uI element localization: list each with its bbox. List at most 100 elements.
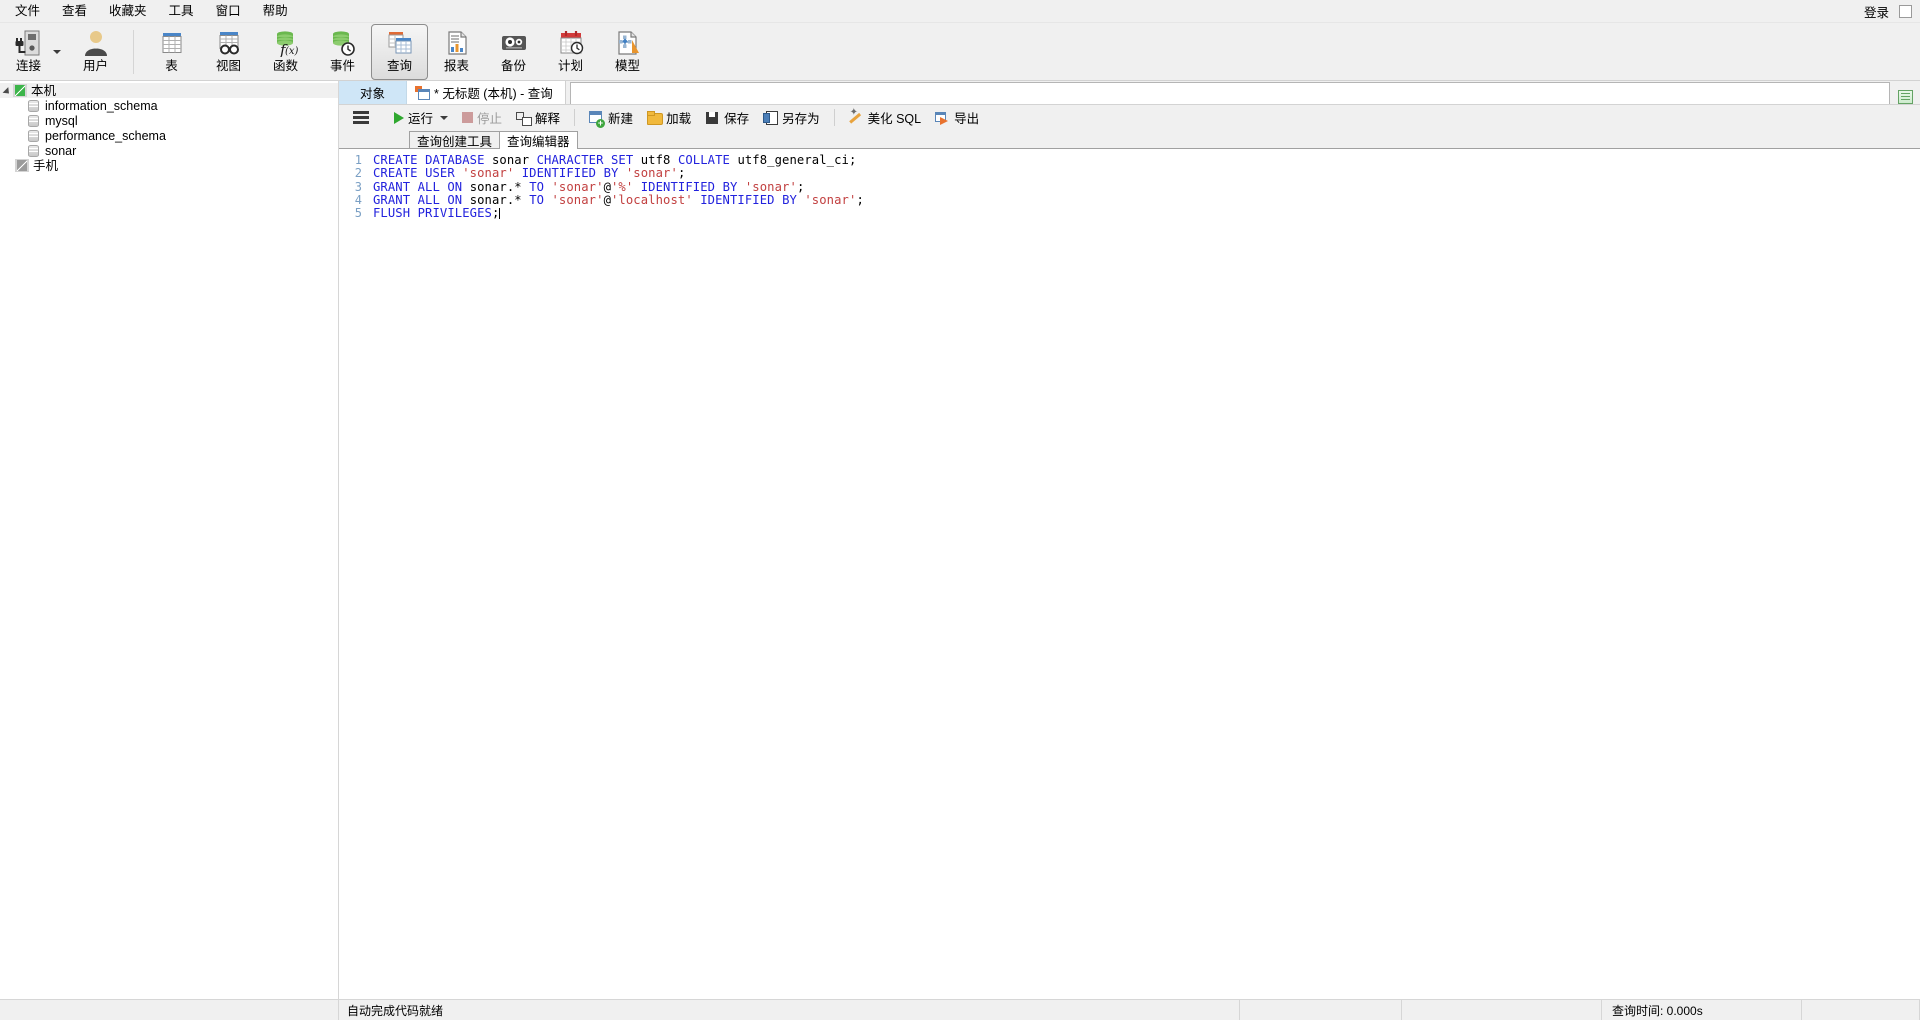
account-square-icon[interactable] xyxy=(1899,4,1912,18)
code-token: ON xyxy=(447,192,470,207)
chevron-down-icon[interactable] xyxy=(440,115,449,120)
tree-item-database-performance-schema[interactable]: performance_schema xyxy=(0,128,338,143)
tree-item-label: mysql xyxy=(45,113,78,128)
tab-query-label: * 无标题 (本机) - 查询 xyxy=(434,87,553,101)
new-button[interactable]: 新建 xyxy=(582,107,640,129)
tab-query-untitled[interactable]: * 无标题 (本机) - 查询 xyxy=(407,81,566,104)
code-line[interactable]: GRANT ALL ON sonar.* TO 'sonar'@'localho… xyxy=(373,192,1920,207)
toolbar-connection-button[interactable]: 连接 xyxy=(0,24,57,80)
code-token: USER xyxy=(425,166,463,181)
toolbar-report-label: 报表 xyxy=(443,59,469,73)
code-token: ALL xyxy=(417,192,448,207)
report-icon xyxy=(443,28,471,58)
code-line[interactable]: GRANT ALL ON sonar.* TO 'sonar'@'%' IDEN… xyxy=(373,179,1920,194)
status-message: 自动完成代码就绪 xyxy=(339,1000,1240,1020)
expand-arrow-icon[interactable] xyxy=(0,84,13,97)
toolbar-divider xyxy=(133,30,134,74)
code-token: @ xyxy=(603,192,611,207)
toolbar-query-button[interactable]: 查询 xyxy=(371,24,428,80)
query-toolbar: 运行 停止 解释 新建 加载 xyxy=(339,105,1920,131)
tree-item-database-information-schema[interactable]: information_schema xyxy=(0,98,338,113)
status-cell-2 xyxy=(1402,1000,1602,1020)
status-cell-1 xyxy=(1240,1000,1402,1020)
subtab-query-builder[interactable]: 查询创建工具 xyxy=(409,131,501,149)
toolbar-table-button[interactable]: 表 xyxy=(143,24,200,80)
database-icon xyxy=(28,99,39,112)
toolbar-user-button[interactable]: 用户 xyxy=(67,24,124,80)
menu-file[interactable]: 文件 xyxy=(4,1,51,21)
code-token: ; xyxy=(492,206,500,221)
toolbar-schedule-label: 计划 xyxy=(557,59,583,73)
toolbar-group-connection: 连接 用户 xyxy=(0,24,124,80)
code-token: ; xyxy=(677,166,686,181)
save-as-icon xyxy=(763,110,779,125)
explain-icon xyxy=(516,111,533,126)
code-token: IDENTIFIED xyxy=(700,192,783,207)
sql-code-area[interactable]: CREATE DATABASE sonar CHARACTER SET utf8… xyxy=(367,149,1920,999)
list-menu-icon[interactable] xyxy=(353,111,369,124)
magic-wand-icon xyxy=(849,107,864,125)
connection-tree: 本机 information_schema mysql performance_… xyxy=(0,81,338,173)
tree-item-label: performance_schema xyxy=(45,128,166,143)
line-number: 2 xyxy=(354,166,362,181)
menu-view[interactable]: 查看 xyxy=(51,1,98,21)
connection-status-icon xyxy=(15,159,29,172)
connection-status-icon xyxy=(13,84,27,97)
code-token: PRIVILEGES xyxy=(417,206,492,221)
user-icon xyxy=(81,28,111,58)
code-token: COLLATE xyxy=(677,153,738,167)
tree-item-database-mysql[interactable]: mysql xyxy=(0,113,338,128)
stop-button-label: 停止 xyxy=(477,112,503,126)
tree-item-connection-phone[interactable]: 手机 xyxy=(0,158,338,173)
menu-window[interactable]: 窗口 xyxy=(205,1,252,21)
toolbar-view-button[interactable]: 视图 xyxy=(200,24,257,80)
workspace-tabstrip: 对象 * 无标题 (本机) - 查询 xyxy=(339,81,1920,105)
main-body: 本机 information_schema mysql performance_… xyxy=(0,81,1920,999)
code-line[interactable]: CREATE DATABASE sonar CHARACTER SET utf8… xyxy=(373,153,1920,167)
login-link[interactable]: 登录 xyxy=(1864,2,1889,21)
toolbar-model-label: 模型 xyxy=(614,59,640,73)
sql-editor[interactable]: 12345 CREATE DATABASE sonar CHARACTER SE… xyxy=(339,149,1920,999)
tree-item-label: 本机 xyxy=(31,83,57,98)
line-number: 1 xyxy=(354,153,362,167)
toolbar-report-button[interactable]: 报表 xyxy=(428,24,485,80)
tree-item-database-sonar[interactable]: sonar xyxy=(0,143,338,158)
code-line[interactable]: CREATE USER 'sonar' IDENTIFIED BY 'sonar… xyxy=(373,167,1920,180)
play-icon xyxy=(394,111,404,124)
toolbar-backup-button[interactable]: 备份 xyxy=(485,24,542,80)
toolbar-model-button[interactable]: 模型 xyxy=(599,24,656,80)
tabstrip-filler xyxy=(569,82,1890,104)
toolbar-connection-label: 连接 xyxy=(15,59,41,73)
stop-button[interactable]: 停止 xyxy=(455,107,509,129)
tree-item-connection-local[interactable]: 本机 xyxy=(0,83,338,98)
save-button[interactable]: 保存 xyxy=(698,107,756,129)
code-token: ; xyxy=(856,192,864,207)
toolbar-function-button[interactable]: f (x) 函数 xyxy=(257,24,314,80)
menu-tools[interactable]: 工具 xyxy=(158,1,205,21)
beautify-sql-button-label: 美化 SQL xyxy=(867,112,922,126)
menu-favorites[interactable]: 收藏夹 xyxy=(98,1,158,21)
toolbar-schedule-button[interactable]: 计划 xyxy=(542,24,599,80)
load-button[interactable]: 加载 xyxy=(640,107,698,129)
database-icon xyxy=(28,144,39,157)
save-as-button[interactable]: 另存为 xyxy=(756,107,827,129)
code-token: FLUSH xyxy=(373,206,418,221)
new-button-label: 新建 xyxy=(608,112,634,126)
explain-button[interactable]: 解释 xyxy=(509,107,567,129)
toolbar-event-button[interactable]: 事件 xyxy=(314,24,371,80)
main-toolbar: 连接 用户 表 视图 f (x) 函数 事件 查询 报表 备份 计划 模型 xyxy=(0,23,1920,81)
database-icon xyxy=(28,114,39,127)
explain-button-label: 解释 xyxy=(535,112,561,126)
beautify-sql-button[interactable]: 美化 SQL xyxy=(842,107,929,129)
run-button[interactable]: 运行 xyxy=(387,107,455,129)
workspace-pane: 对象 * 无标题 (本机) - 查询 运行 停止 解释 + 新建 加载 保存 另… xyxy=(339,81,1920,999)
tab-object[interactable]: 对象 xyxy=(339,81,407,104)
code-line[interactable]: FLUSH PRIVILEGES; xyxy=(373,207,1920,220)
menu-help[interactable]: 帮助 xyxy=(252,1,299,21)
code-token: IDENTIFIED xyxy=(640,179,723,194)
subtab-query-editor[interactable]: 查询编辑器 xyxy=(499,131,578,149)
export-button[interactable]: 导出 xyxy=(928,107,986,129)
code-token: GRANT xyxy=(373,179,418,194)
save-button-label: 保存 xyxy=(724,112,750,126)
new-sheet-icon[interactable] xyxy=(1897,90,1913,104)
